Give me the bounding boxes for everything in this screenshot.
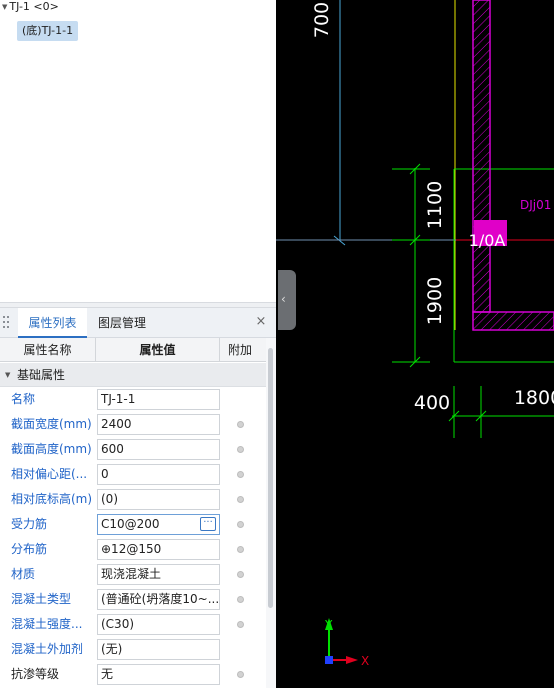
- dimension-text-1800: 1800: [514, 387, 554, 409]
- scrollbar-thumb[interactable]: [268, 348, 273, 608]
- property-value-field[interactable]: (C30): [97, 614, 220, 635]
- property-row-width: 截面宽度(mm) 2400: [0, 412, 266, 437]
- property-label: 截面宽度(mm): [11, 417, 92, 431]
- property-label: 材质: [11, 567, 36, 581]
- tree-root-label: TJ-1 <0>: [9, 0, 59, 13]
- property-value-field[interactable]: 2400: [97, 414, 220, 435]
- property-label: 截面高度(mm): [11, 442, 92, 456]
- property-row-admixture: 混凝土外加剂 (无): [0, 637, 266, 662]
- ucs-origin-icon: [325, 656, 333, 664]
- property-label: 相对偏心距(...: [11, 467, 88, 481]
- property-label: 受力筋: [11, 517, 48, 531]
- property-value-field[interactable]: 0: [97, 464, 220, 485]
- more-options-button[interactable]: ···: [200, 517, 216, 531]
- property-label: 相对底标高(m): [11, 492, 93, 506]
- property-label: 混凝土外加剂: [11, 642, 84, 656]
- ucs-y-label: Y: [324, 618, 333, 632]
- header-property-value: 属性值: [96, 338, 220, 362]
- extra-checkbox-icon[interactable]: [237, 546, 244, 553]
- cad-drawing: 700 1100 1900 400 1800 1/0A DJj01 Y X: [276, 0, 554, 668]
- property-value-field[interactable]: (0): [97, 489, 220, 510]
- tree-child-item-selected[interactable]: (底)TJ-1-1: [17, 21, 79, 41]
- property-row-concrete-strength: 混凝土强度... (C30): [0, 612, 266, 637]
- property-value-field[interactable]: 600: [97, 439, 220, 460]
- property-value-field[interactable]: 无: [97, 664, 220, 685]
- property-value-field[interactable]: (普通砼(坍落度10~...: [97, 589, 220, 610]
- collapse-arrow-icon[interactable]: ▼: [5, 363, 10, 387]
- property-row-main-rebar: 受力筋 C10@200 ···: [0, 512, 266, 537]
- property-label: 混凝土类型: [11, 592, 72, 606]
- grid-header: 属性名称 属性值 附加: [0, 338, 266, 362]
- property-row-distribution-rebar: 分布筋 ⊕12@150: [0, 537, 266, 562]
- extra-checkbox-icon[interactable]: [237, 421, 244, 428]
- extra-checkbox-icon[interactable]: [237, 471, 244, 478]
- dimension-text-1100: 1100: [424, 181, 446, 229]
- property-grid: 属性名称 属性值 附加 ▼ 基础属性 名称 TJ-1-1 截面宽度(mm) 24…: [0, 338, 266, 688]
- property-row-concrete-type: 混凝土类型 (普通砼(坍落度10~...: [0, 587, 266, 612]
- property-value-field[interactable]: C10@200 ···: [97, 514, 220, 535]
- ucs-x-label: X: [361, 654, 369, 668]
- expand-arrow-icon[interactable]: ▼: [2, 0, 7, 14]
- tree-child-label: (底)TJ-1-1: [22, 24, 74, 37]
- property-label: 混凝土强度...: [11, 617, 83, 631]
- tab-layers[interactable]: 图层管理: [90, 308, 154, 338]
- property-label: 分布筋: [11, 542, 48, 556]
- property-row-bottom-elevation: 相对底标高(m) (0): [0, 487, 266, 512]
- header-property-name: 属性名称: [0, 338, 96, 362]
- dimension-text-400: 400: [414, 392, 450, 414]
- component-tree: ▼ TJ-1 <0> (底)TJ-1-1: [0, 0, 276, 302]
- property-row-name: 名称 TJ-1-1: [0, 387, 266, 412]
- dimension-text-700: 700: [311, 2, 333, 38]
- close-icon[interactable]: ×: [254, 315, 268, 329]
- property-value-field[interactable]: 现浇混凝土: [97, 564, 220, 585]
- extra-checkbox-icon[interactable]: [237, 446, 244, 453]
- wall-vertical: [472, 0, 491, 313]
- property-value-field[interactable]: (无): [97, 639, 220, 660]
- property-value-field[interactable]: ⊕12@150: [97, 539, 220, 560]
- property-label: 名称: [11, 392, 36, 406]
- chevron-left-icon: ‹: [281, 292, 286, 306]
- property-row-eccentricity: 相对偏心距(... 0: [0, 462, 266, 487]
- property-row-material: 材质 现浇混凝土: [0, 562, 266, 587]
- ucs-x-arrow-icon: [346, 656, 358, 664]
- extra-checkbox-icon[interactable]: [237, 571, 244, 578]
- group-basic-properties[interactable]: ▼ 基础属性: [0, 363, 266, 387]
- collapse-panel-handle[interactable]: ‹: [278, 270, 296, 330]
- cad-viewport[interactable]: 700 1100 1900 400 1800 1/0A DJj01 Y X: [276, 0, 554, 688]
- grid-scrollbar[interactable]: [266, 338, 276, 688]
- property-value-text: C10@200: [101, 517, 160, 531]
- element-label: DJj01: [520, 198, 551, 212]
- group-label: 基础属性: [17, 368, 66, 382]
- property-label: 抗渗等级: [11, 667, 60, 681]
- left-panel: ▼ TJ-1 <0> (底)TJ-1-1 属性列表 图层管理 × 属性名称 属性值…: [0, 0, 276, 688]
- extra-checkbox-icon[interactable]: [237, 496, 244, 503]
- drag-grip-icon[interactable]: [2, 315, 10, 331]
- property-row-height: 截面高度(mm) 600: [0, 437, 266, 462]
- property-value-field[interactable]: TJ-1-1: [97, 389, 220, 410]
- header-extra: 附加: [227, 343, 252, 357]
- axis-label: 1/0A: [469, 231, 506, 250]
- extra-checkbox-icon[interactable]: [237, 596, 244, 603]
- extra-checkbox-icon[interactable]: [237, 521, 244, 528]
- property-row-impermeability: 抗渗等级 无: [0, 662, 266, 687]
- wall-horizontal: [472, 311, 554, 331]
- dimension-text-1900: 1900: [424, 277, 446, 325]
- extra-checkbox-icon[interactable]: [237, 621, 244, 628]
- tree-root-item[interactable]: ▼ TJ-1 <0>: [2, 0, 59, 14]
- extra-checkbox-icon[interactable]: [237, 671, 244, 678]
- panel-tabbar: 属性列表 图层管理 ×: [0, 308, 276, 338]
- tab-properties[interactable]: 属性列表: [18, 308, 87, 338]
